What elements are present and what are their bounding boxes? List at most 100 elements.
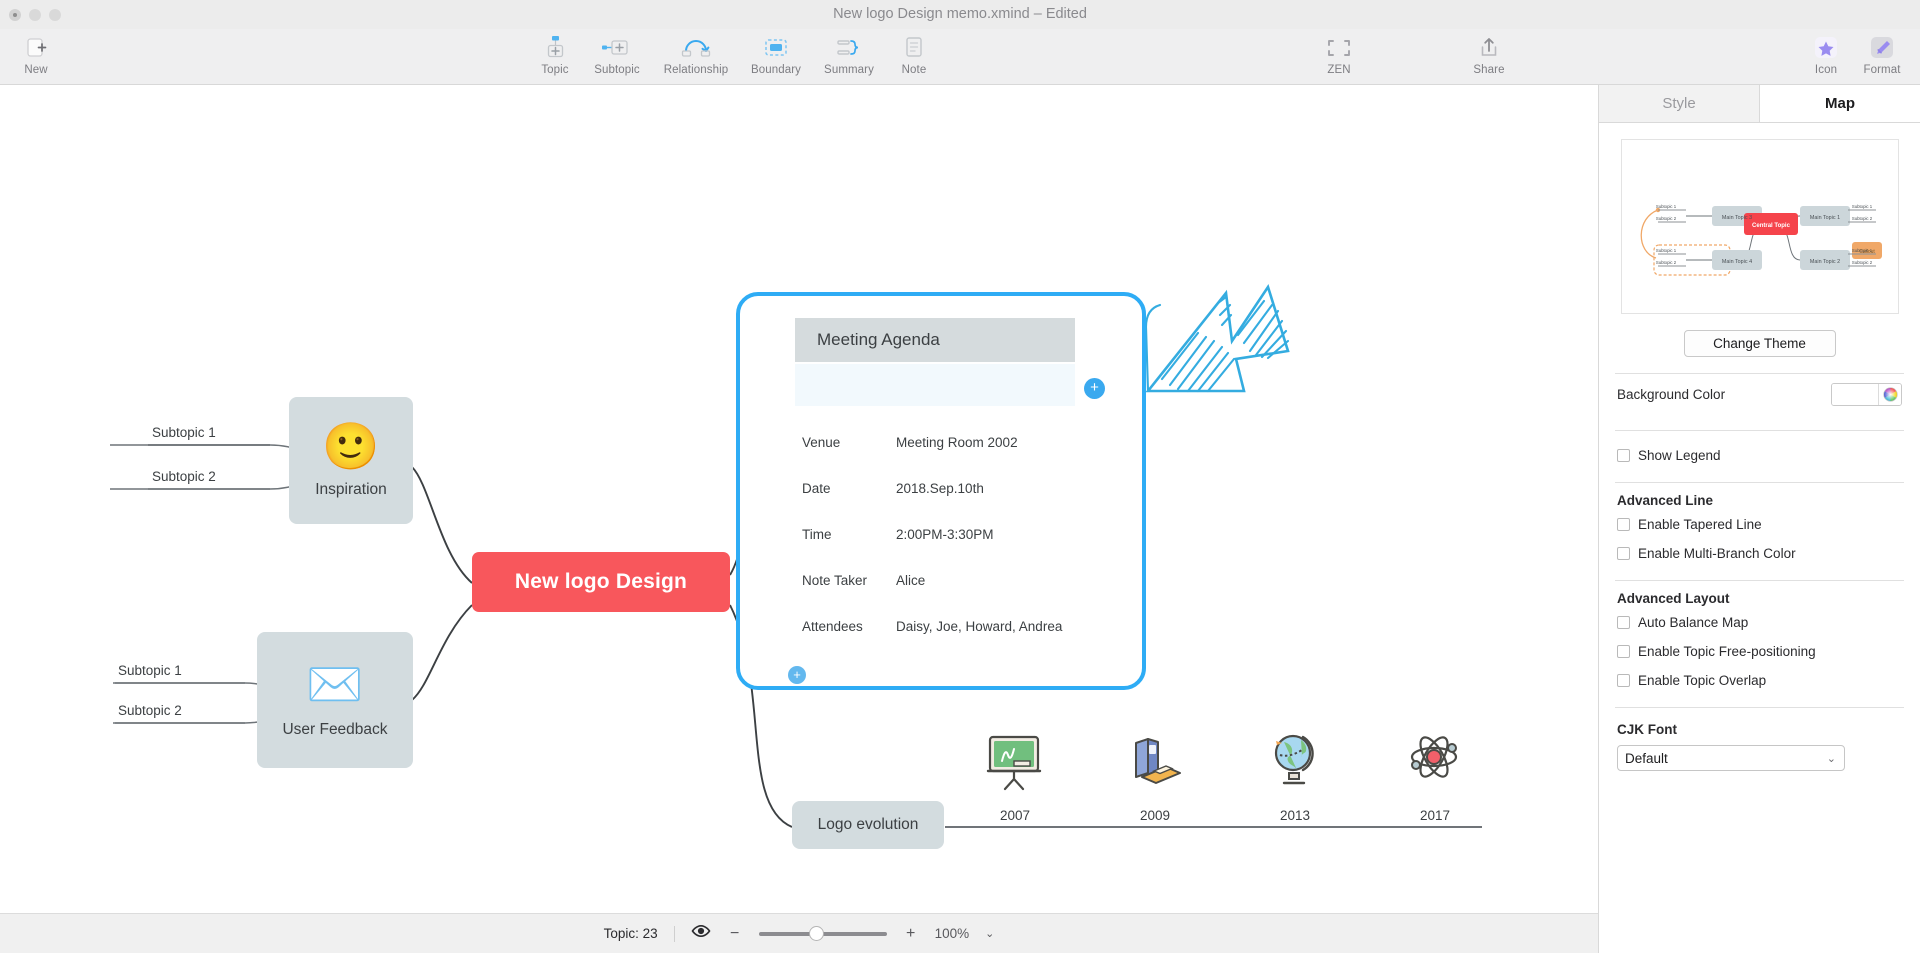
- zoom-in-button[interactable]: +: [903, 925, 919, 943]
- status-divider: [673, 925, 675, 942]
- subtopic-feedback-2[interactable]: Subtopic 2: [118, 703, 182, 720]
- paint-brush-icon: [1868, 35, 1896, 61]
- topic-label-inspiration: Inspiration: [315, 480, 387, 498]
- toolbar-label-summary: Summary: [824, 64, 874, 76]
- agenda-value-attendees[interactable]: Daisy, Joe, Howard, Andrea: [896, 619, 1062, 634]
- central-topic-node[interactable]: New logo Design: [472, 552, 730, 612]
- agenda-value-time[interactable]: 2:00PM-3:30PM: [896, 527, 994, 542]
- zoom-slider-knob[interactable]: [808, 925, 824, 941]
- change-theme-button[interactable]: Change Theme: [1683, 330, 1836, 357]
- subtopic-inspiration-2[interactable]: Subtopic 2: [152, 469, 216, 486]
- topic-label-user-feedback: User Feedback: [282, 721, 388, 738]
- smiley-face-icon: 🙂: [322, 419, 380, 472]
- background-color-picker[interactable]: [1831, 382, 1902, 406]
- svg-text:Main Topic 3: Main Topic 3: [1722, 215, 1752, 221]
- theme-preview[interactable]: Main Topic 3 Main Topic 4 Main Topic 1 M…: [1621, 139, 1899, 314]
- cjk-font-select-wrap: Default ⌄: [1599, 739, 1920, 771]
- topic-node-user-feedback[interactable]: ✉️ User Feedback: [257, 632, 413, 768]
- topic-overlap-row[interactable]: Enable Topic Overlap: [1599, 666, 1920, 695]
- new-document-plus-icon: [24, 35, 48, 61]
- auto-balance-map-checkbox[interactable]: [1617, 616, 1630, 629]
- toolbar-label-relationship: Relationship: [663, 64, 729, 76]
- background-color-swatch[interactable]: [1832, 383, 1878, 405]
- share-upload-icon: [1478, 35, 1500, 61]
- blackboard-icon: [982, 731, 1046, 793]
- toolbar-button-boundary[interactable]: Boundary: [740, 33, 812, 83]
- enable-topic-overlap-checkbox[interactable]: [1617, 674, 1630, 687]
- toolbar-button-share[interactable]: Share: [1453, 33, 1525, 83]
- subtopic-plus-icon: [600, 35, 634, 61]
- show-legend-checkbox[interactable]: [1617, 449, 1630, 462]
- title-bar: New logo Design memo.xmind – Edited: [0, 0, 1920, 29]
- visibility-eye-icon[interactable]: [691, 924, 711, 943]
- agenda-subtitle-block[interactable]: [795, 364, 1075, 406]
- panel-divider-2: [1615, 430, 1904, 431]
- toolbar-button-relationship[interactable]: Relationship: [660, 33, 732, 83]
- envelope-icon: ✉️: [306, 658, 364, 710]
- agenda-value-note-taker[interactable]: Alice: [896, 573, 925, 588]
- boundary-dashed-box-icon: [764, 35, 788, 61]
- enable-multi-branch-color-checkbox[interactable]: [1617, 547, 1630, 560]
- toolbar-label-new: New: [24, 64, 48, 76]
- svg-text:Subtopic 2: Subtopic 2: [1656, 216, 1677, 221]
- theme-section: Main Topic 3 Main Topic 4 Main Topic 1 M…: [1599, 123, 1920, 357]
- zoom-out-button[interactable]: −: [727, 925, 743, 943]
- topic-plus-icon: [543, 35, 567, 61]
- chevron-down-icon[interactable]: ⌄: [985, 927, 994, 940]
- background-color-label: Background Color: [1617, 386, 1726, 402]
- zoom-slider[interactable]: [758, 925, 887, 941]
- subtopic-feedback-1[interactable]: Subtopic 1: [118, 663, 182, 680]
- agenda-add-topic-button[interactable]: +: [1084, 378, 1105, 399]
- zoom-level-label[interactable]: 100%: [935, 926, 970, 941]
- show-legend-row[interactable]: Show Legend: [1599, 441, 1920, 470]
- enable-topic-overlap-label: Enable Topic Overlap: [1638, 673, 1767, 688]
- agenda-title-block[interactable]: Meeting Agenda: [795, 318, 1075, 362]
- svg-text:Callout: Callout: [1859, 249, 1875, 255]
- agenda-value-date[interactable]: 2018.Sep.10th: [896, 481, 984, 496]
- summary-brace-icon: [836, 35, 862, 61]
- toolbar-label-subtopic: Subtopic: [594, 64, 640, 76]
- mind-map-canvas[interactable]: Subtopic 1 Subtopic 2 🙂 Inspiration Subt…: [0, 85, 1598, 913]
- svg-text:Subtopic 2: Subtopic 2: [1656, 260, 1677, 265]
- chevron-down-icon[interactable]: ⌄: [1827, 752, 1836, 765]
- agenda-key-date: Date: [802, 481, 831, 496]
- topic-label-logo-evolution: Logo evolution: [817, 816, 919, 833]
- svg-text:Main Topic 1: Main Topic 1: [1810, 215, 1840, 221]
- toolbar-button-summary[interactable]: Summary: [813, 33, 885, 83]
- enable-tapered-line-checkbox[interactable]: [1617, 518, 1630, 531]
- svg-text:Subtopic 1: Subtopic 1: [1656, 248, 1677, 253]
- tab-map[interactable]: Map: [1760, 85, 1920, 122]
- timeline-year-2007[interactable]: 2007: [1000, 808, 1030, 823]
- multi-branch-color-row[interactable]: Enable Multi-Branch Color: [1599, 539, 1920, 568]
- toolbar-button-new[interactable]: New: [0, 33, 72, 83]
- agenda-add-row-button[interactable]: +: [788, 666, 806, 684]
- agenda-key-venue: Venue: [802, 435, 841, 450]
- timeline-year-2009[interactable]: 2009: [1140, 808, 1170, 823]
- timeline-year-2013[interactable]: 2013: [1280, 808, 1310, 823]
- meeting-agenda-boundary[interactable]: Meeting Agenda Venue Meeting Room 2002 D…: [736, 292, 1146, 690]
- toolbar-label-share: Share: [1473, 64, 1505, 76]
- toolbar-button-subtopic[interactable]: Subtopic: [581, 33, 653, 83]
- cjk-font-select[interactable]: Default ⌄: [1617, 745, 1845, 771]
- agenda-key-attendees: Attendees: [802, 619, 863, 634]
- panel-tab-bar: Style Map: [1599, 85, 1920, 123]
- enable-topic-free-positioning-checkbox[interactable]: [1617, 645, 1630, 658]
- svg-text:Main Topic 4: Main Topic 4: [1722, 259, 1752, 265]
- toolbar-button-format[interactable]: Format: [1846, 33, 1918, 83]
- timeline-year-2017[interactable]: 2017: [1420, 808, 1450, 823]
- agenda-value-venue[interactable]: Meeting Room 2002: [896, 435, 1018, 450]
- auto-balance-map-row[interactable]: Auto Balance Map: [1599, 608, 1920, 637]
- toolbar-button-zen[interactable]: ZEN: [1303, 33, 1375, 83]
- tab-style[interactable]: Style: [1599, 85, 1760, 122]
- tapered-line-row[interactable]: Enable Tapered Line: [1599, 510, 1920, 539]
- topic-node-logo-evolution[interactable]: Logo evolution: [792, 801, 944, 849]
- advanced-line-heading: Advanced Line: [1617, 493, 1714, 508]
- relationship-arc-icon: [681, 35, 711, 61]
- subtopic-inspiration-1[interactable]: Subtopic 1: [152, 425, 216, 442]
- background-color-row: Background Color: [1599, 374, 1920, 414]
- toolbar-button-note[interactable]: Note: [878, 33, 950, 83]
- topic-node-inspiration[interactable]: 🙂 Inspiration: [289, 397, 413, 524]
- topic-free-positioning-row[interactable]: Enable Topic Free-positioning: [1599, 637, 1920, 666]
- color-wheel-icon[interactable]: [1878, 383, 1901, 405]
- toolbar-label-zen: ZEN: [1327, 64, 1351, 76]
